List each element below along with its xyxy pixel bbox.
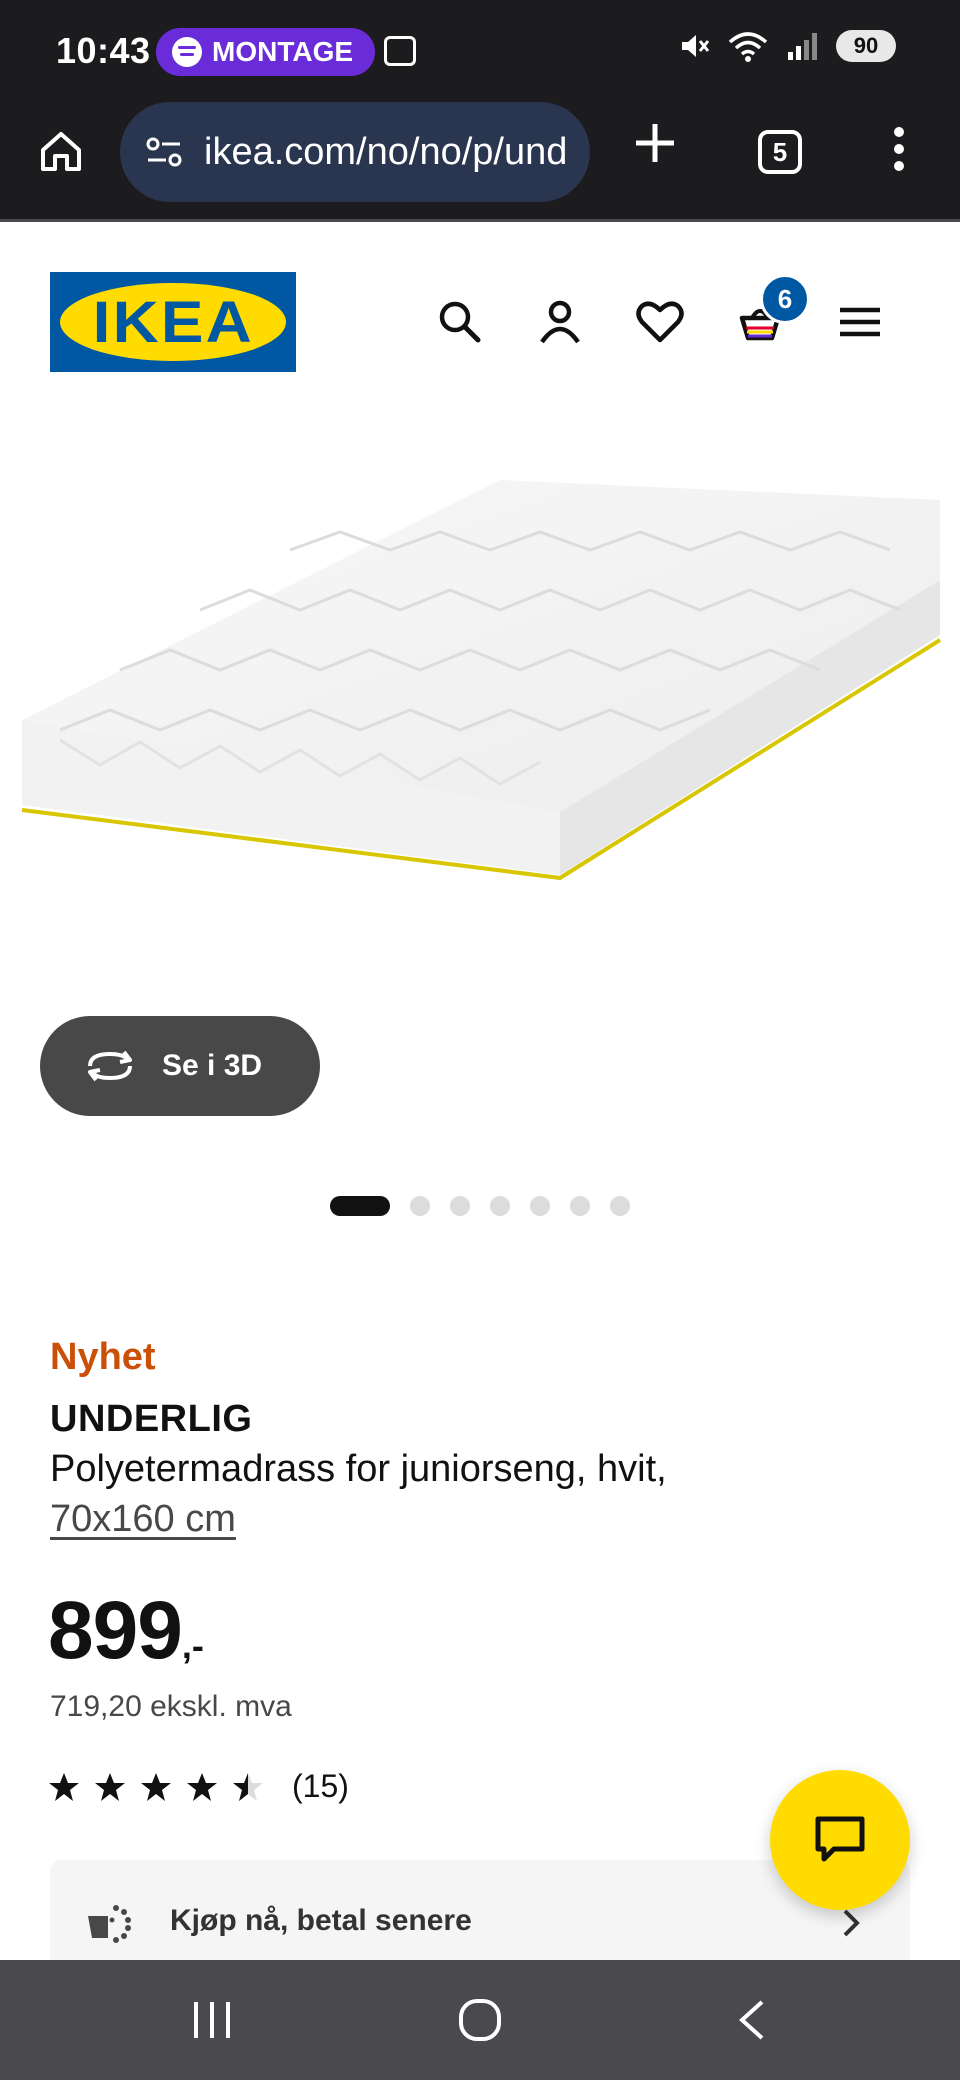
site-settings-icon[interactable] <box>144 132 184 172</box>
carousel-dot-5[interactable] <box>530 1196 550 1216</box>
carousel-indicator <box>330 1196 630 1216</box>
screenshot-icon <box>384 36 416 66</box>
overflow-menu-icon[interactable] <box>892 126 906 172</box>
url-text: ikea.com/no/no/p/und <box>204 130 568 173</box>
hamburger-menu-icon[interactable] <box>832 294 888 350</box>
carousel-dot-6[interactable] <box>570 1196 590 1216</box>
star-icon <box>141 1772 171 1801</box>
view-3d-button[interactable]: Se i 3D <box>40 1016 320 1116</box>
mute-icon <box>682 35 710 57</box>
carousel-dot-2[interactable] <box>410 1196 430 1216</box>
logo-oval: IKEA <box>60 283 286 361</box>
price-suffix: ,- <box>181 1625 204 1666</box>
system-navigation-bar <box>0 1960 960 2080</box>
address-bar[interactable]: ikea.com/no/no/p/und <box>120 102 590 202</box>
price-amount: 899 <box>48 1585 183 1676</box>
cart-count-badge: 6 <box>760 274 810 324</box>
product-image[interactable] <box>0 420 960 940</box>
chat-button[interactable] <box>770 1770 910 1910</box>
search-icon[interactable] <box>432 294 488 350</box>
media-pill[interactable]: MONTAGE <box>156 28 376 76</box>
wifi-icon <box>728 32 768 62</box>
ikea-logo[interactable]: IKEA <box>50 272 296 372</box>
carousel-dot-4[interactable] <box>490 1196 510 1216</box>
tab-switcher-button[interactable]: 5 <box>758 130 802 174</box>
new-badge: Nyhet <box>50 1336 156 1378</box>
rotate-3d-icon <box>88 1050 132 1082</box>
recent-apps-icon[interactable] <box>190 1998 234 2042</box>
price-ex-vat: 719,20 ekskl. mva <box>50 1690 292 1723</box>
half-star-icon <box>233 1772 263 1801</box>
product-size-link[interactable]: 70x160 cm <box>50 1498 236 1541</box>
profile-icon[interactable] <box>532 294 588 350</box>
new-tab-icon[interactable] <box>630 118 680 168</box>
battery-indicator: 90 <box>836 30 896 62</box>
screen: 10:43 MONTAGE 90 ikea.com/no/no/p/und 5 … <box>0 0 960 2080</box>
back-icon[interactable] <box>732 1998 776 2042</box>
product-description: Polyetermadrass for juniorseng, hvit, <box>50 1448 667 1490</box>
status-time: 10:43 <box>56 30 151 71</box>
status-bar: 10:43 MONTAGE 90 <box>0 0 960 100</box>
rating-count: (15) <box>292 1768 349 1804</box>
media-label: MONTAGE <box>212 36 354 67</box>
view-3d-label: Se i 3D <box>162 1049 263 1082</box>
chat-bubble-icon <box>815 1816 865 1862</box>
spotify-icon <box>172 37 202 67</box>
browser-toolbar: ikea.com/no/no/p/und 5 <box>0 100 960 222</box>
signal-icon <box>788 33 817 60</box>
status-icons: 90 <box>678 30 896 62</box>
carousel-dot-3[interactable] <box>450 1196 470 1216</box>
buy-now-label: Kjøp nå, betal senere <box>170 1904 472 1937</box>
star-icon <box>187 1772 217 1801</box>
rating[interactable]: (15) <box>48 1768 349 1805</box>
logo-text: IKEA <box>92 289 254 355</box>
chevron-right-icon <box>843 1909 860 1937</box>
product-price: 899,- <box>48 1584 204 1678</box>
star-icon <box>49 1772 79 1801</box>
carousel-dot-1[interactable] <box>330 1196 390 1216</box>
favorites-heart-icon[interactable] <box>632 294 688 350</box>
home-circle-icon[interactable] <box>458 1998 502 2042</box>
product-name: UNDERLIG <box>50 1398 253 1440</box>
carousel-dot-7[interactable] <box>610 1196 630 1216</box>
installment-icon <box>88 1905 131 1943</box>
home-icon[interactable] <box>38 128 84 174</box>
star-icon <box>95 1772 125 1801</box>
